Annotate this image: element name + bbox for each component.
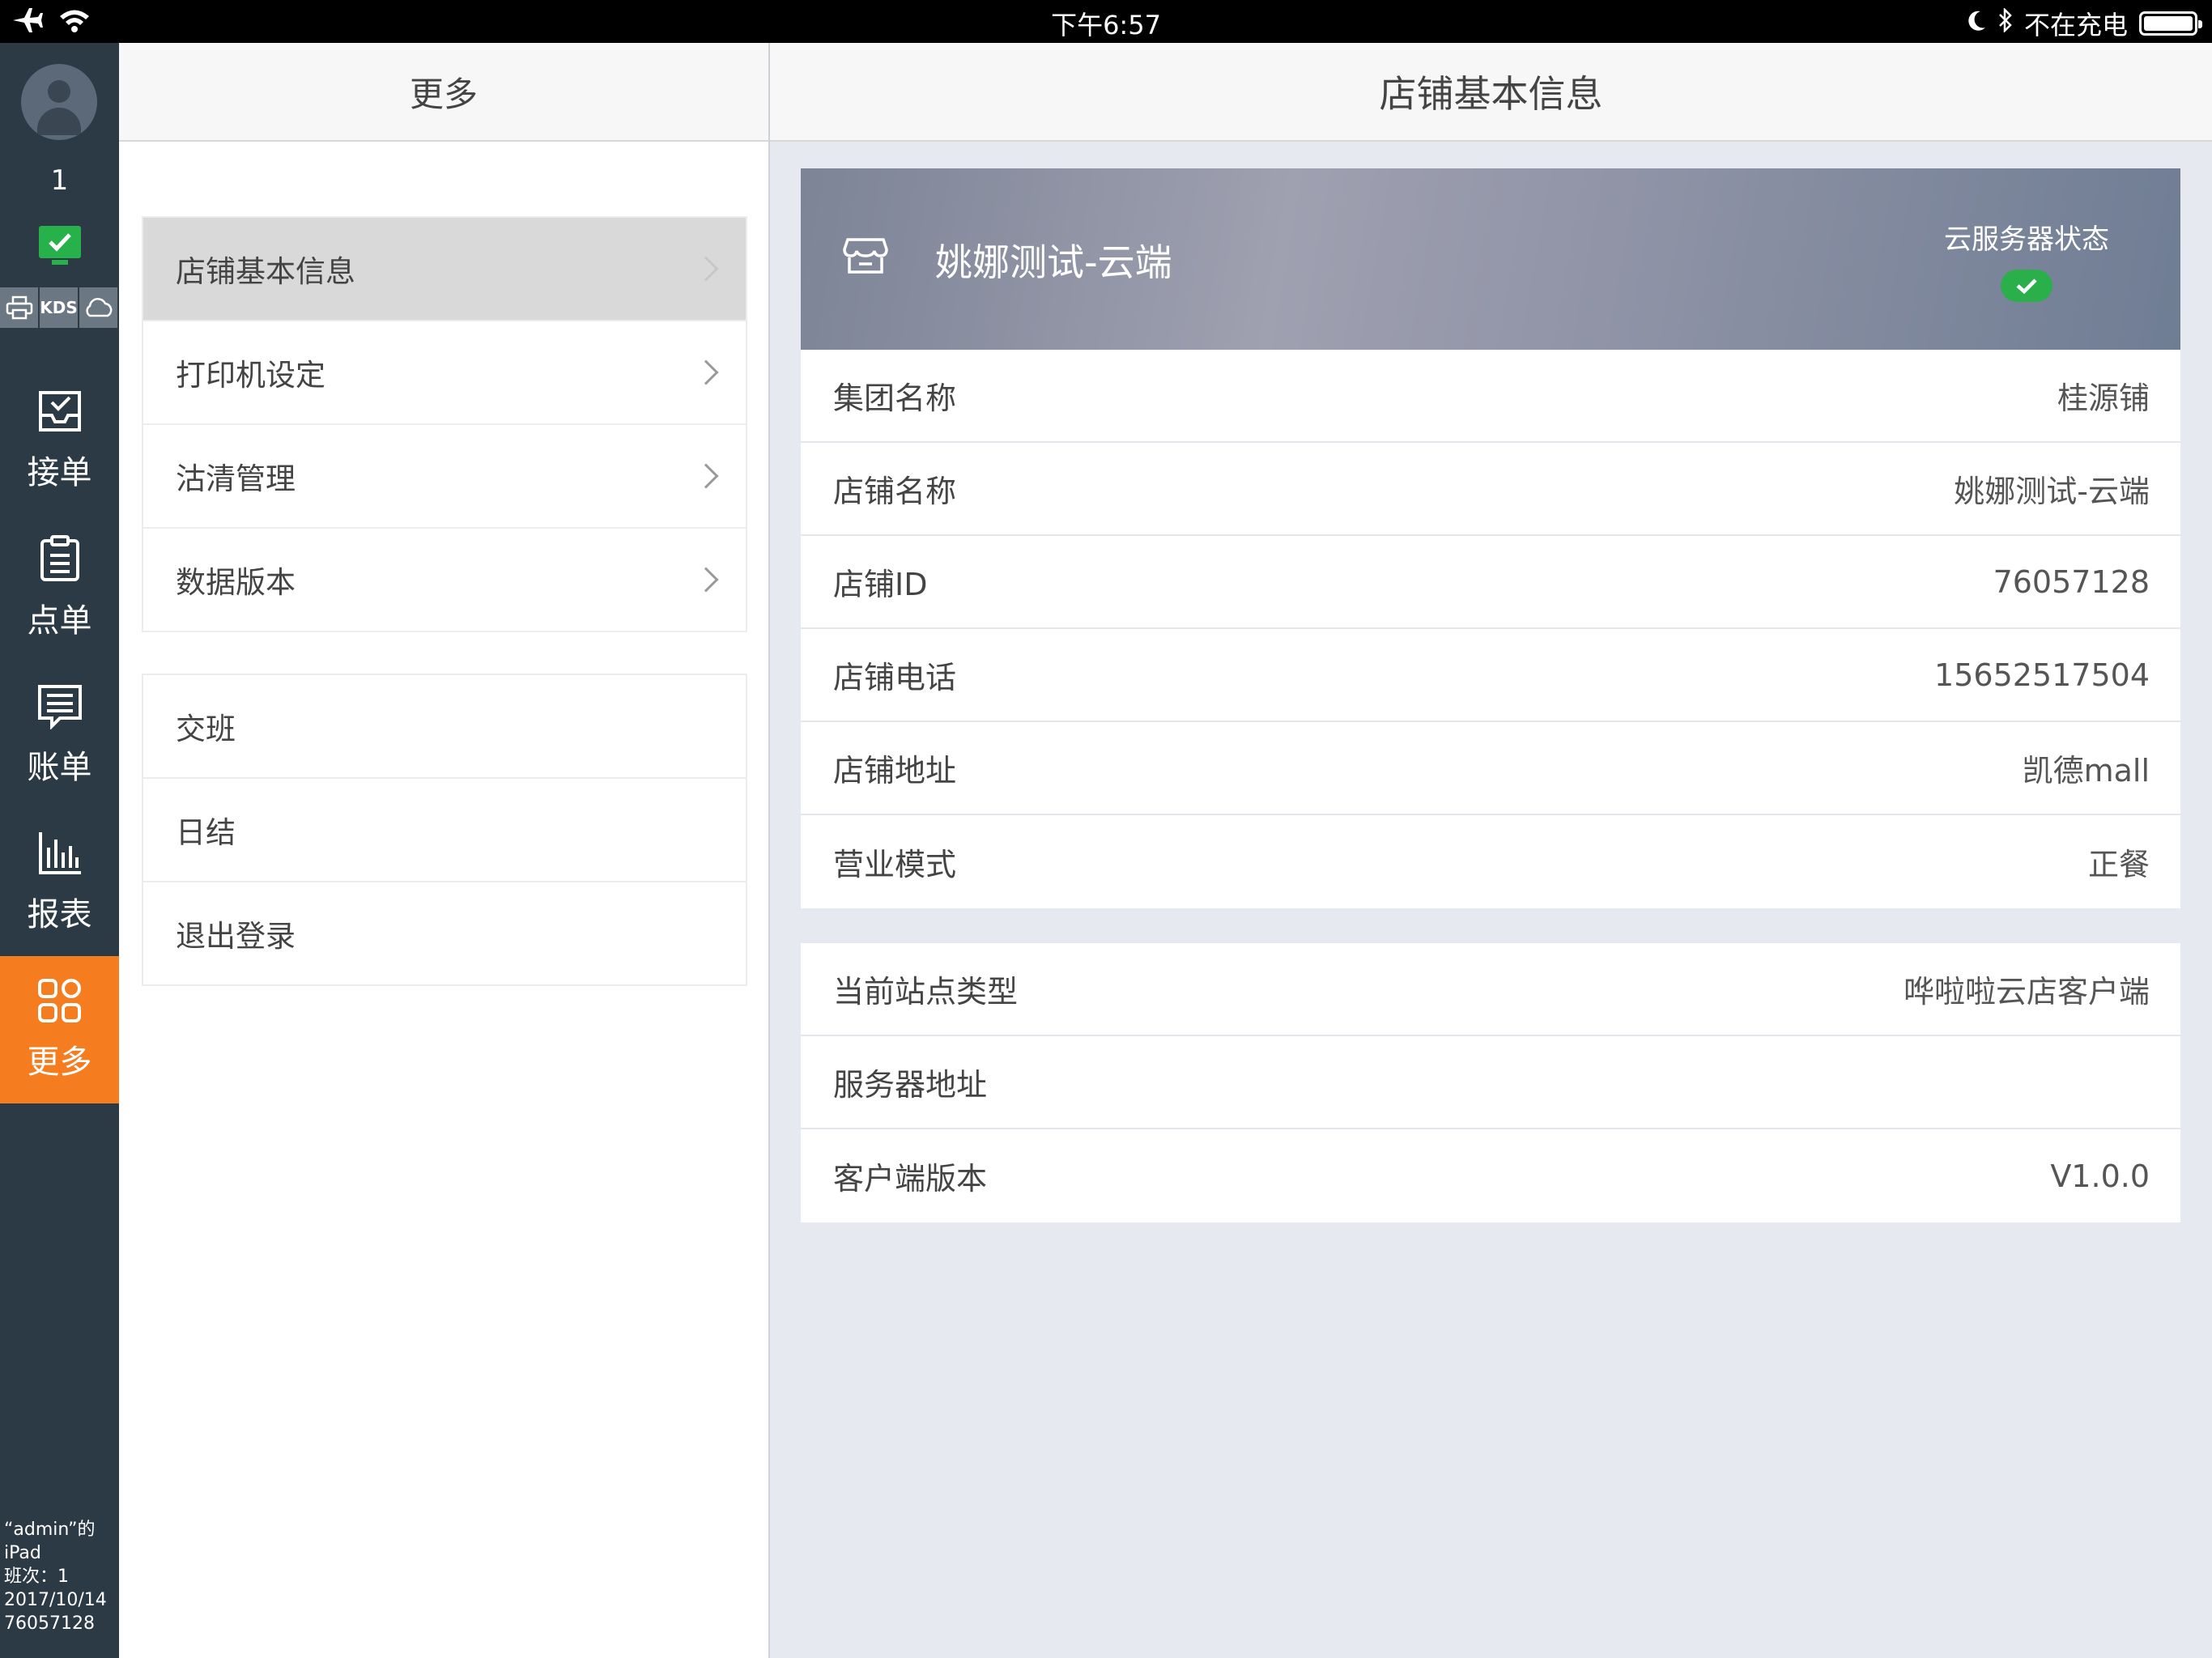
device-status-row: KDS	[0, 287, 119, 328]
info-value: 哗啦啦云店客户端	[1903, 974, 2150, 1010]
menu-item-label: 交班	[176, 712, 236, 746]
nav-label: 接单	[27, 454, 92, 491]
info-row-site-type: 当前站点类型 哗啦啦云店客户端	[801, 943, 2180, 1036]
info-row-server-address: 服务器地址	[801, 1036, 2180, 1129]
more-menu-panel: 更多 店铺基本信息 打印机设定 沽清管理 数据版本 交班 日结 退出登录	[119, 43, 770, 1658]
menu-item-label: 日结	[176, 815, 236, 850]
bar-chart-icon	[36, 830, 83, 880]
device-model: iPad	[4, 1543, 41, 1563]
chevron-right-icon	[693, 256, 719, 282]
nav-item-orders-received[interactable]: 接单	[0, 367, 119, 514]
nav-label: 报表	[27, 896, 92, 933]
info-label: 店铺名称	[833, 474, 957, 509]
info-row-client-version: 客户端版本 V1.0.0	[801, 1129, 2180, 1222]
menu-item-daily-close[interactable]: 日结	[142, 779, 747, 882]
info-row-store-phone: 店铺电话 15652517504	[801, 629, 2180, 722]
nav-item-reports[interactable]: 报表	[0, 809, 119, 956]
printer-icon[interactable]	[0, 287, 40, 328]
panel-title: 更多	[119, 43, 768, 142]
info-value: 姚娜测试-云端	[1954, 474, 2150, 509]
cloud-icon[interactable]	[79, 287, 119, 328]
info-row-business-mode: 营业模式 正餐	[801, 815, 2180, 908]
chevron-right-icon	[693, 359, 719, 385]
store-icon	[843, 236, 888, 278]
cloud-status-label: 云服务器状态	[1944, 223, 2109, 256]
cloud-server-status: 云服务器状态	[1944, 217, 2109, 302]
info-value: 凯德mall	[2022, 753, 2150, 789]
store-banner: 姚娜测试-云端 云服务器状态	[801, 168, 2180, 350]
menu-item-label: 数据版本	[176, 565, 296, 600]
info-row-group-name: 集团名称 桂源铺	[801, 350, 2180, 443]
menu-item-shift-handover[interactable]: 交班	[142, 675, 747, 779]
nav-item-bills[interactable]: 账单	[0, 661, 119, 809]
info-label: 营业模式	[833, 847, 957, 882]
battery-icon	[2139, 11, 2202, 36]
menu-item-label: 店铺基本信息	[176, 254, 355, 289]
menu-group-actions: 交班 日结 退出登录	[142, 674, 747, 986]
bluetooth-icon	[1998, 6, 2013, 39]
menu-item-logout[interactable]: 退出登录	[142, 882, 747, 986]
info-value: 桂源铺	[2057, 380, 2150, 416]
info-row-store-name: 店铺名称 姚娜测试-云端	[801, 443, 2180, 536]
store-name: 姚娜测试-云端	[935, 240, 1172, 284]
nav-label: 点单	[27, 602, 92, 640]
menu-item-printer-settings[interactable]: 打印机设定	[142, 321, 747, 425]
info-value: 76057128	[1993, 563, 2150, 600]
nav-label: 账单	[27, 749, 92, 786]
info-label: 当前站点类型	[833, 974, 1019, 1010]
user-avatar[interactable]	[21, 64, 97, 140]
status-time: 下午6:57	[1051, 10, 1161, 40]
store-id: 76057128	[4, 1613, 95, 1634]
panel-title: 店铺基本信息	[770, 43, 2212, 142]
device-name: “admin”的	[4, 1520, 96, 1540]
info-row-store-id: 店铺ID 76057128	[801, 536, 2180, 629]
user-number: 1	[50, 164, 69, 197]
store-info-panel: 店铺基本信息 姚娜测试-云端 云服务器状态 集团名称 桂源铺 店铺名称 姚娜测试…	[770, 43, 2212, 1658]
chevron-right-icon	[693, 567, 719, 593]
info-label: 客户端版本	[833, 1161, 988, 1197]
cloud-status-check-icon	[2001, 270, 2052, 302]
info-label: 店铺ID	[833, 567, 928, 602]
info-value: 15652517504	[1934, 657, 2150, 693]
menu-item-data-version[interactable]: 数据版本	[142, 529, 747, 632]
nav-label: 更多	[27, 1044, 92, 1081]
clipboard-icon	[38, 534, 82, 586]
moon-icon	[1967, 8, 1987, 39]
kds-icon[interactable]: KDS	[40, 287, 79, 328]
shift-info: “admin”的 iPad 班次：1 2017/10/14 76057128	[4, 1518, 107, 1635]
store-info-card: 集团名称 桂源铺 店铺名称 姚娜测试-云端 店铺ID 76057128 店铺电话…	[801, 350, 2180, 908]
receipt-icon	[36, 682, 84, 733]
menu-item-label: 退出登录	[176, 919, 296, 954]
info-value: V1.0.0	[2050, 1158, 2150, 1194]
menu-item-label: 沽清管理	[176, 461, 296, 496]
menu-item-store-info[interactable]: 店铺基本信息	[142, 218, 747, 321]
grid-icon	[36, 977, 83, 1027]
info-label: 店铺地址	[833, 753, 957, 789]
nav-item-order[interactable]: 点单	[0, 514, 119, 661]
client-info-card: 当前站点类型 哗啦啦云店客户端 服务器地址 客户端版本 V1.0.0	[801, 943, 2180, 1222]
info-row-store-address: 店铺地址 凯德mall	[801, 722, 2180, 815]
chevron-right-icon	[693, 463, 719, 489]
info-label: 店铺电话	[833, 660, 957, 695]
shift-date: 2017/10/14	[4, 1590, 107, 1610]
menu-item-sold-out[interactable]: 沽清管理	[142, 425, 747, 529]
info-label: 服务器地址	[833, 1067, 988, 1103]
left-sidebar: 1 KDS 接单 点单 账单 报表 更多 “admin”的 iPad 班次：1 …	[0, 43, 119, 1658]
monitor-online-icon	[39, 226, 81, 258]
inbox-check-icon	[36, 388, 84, 438]
status-bar: 下午6:57 不在充电	[0, 0, 2212, 43]
nav-item-more[interactable]: 更多	[0, 956, 119, 1103]
info-value: 正餐	[2087, 847, 2150, 882]
charging-status-text: 不在充电	[2023, 10, 2128, 40]
menu-item-label: 打印机设定	[176, 358, 325, 393]
menu-group-settings: 店铺基本信息 打印机设定 沽清管理 数据版本	[142, 216, 747, 632]
shift-number: 班次：1	[4, 1567, 69, 1587]
info-label: 集团名称	[833, 380, 957, 416]
